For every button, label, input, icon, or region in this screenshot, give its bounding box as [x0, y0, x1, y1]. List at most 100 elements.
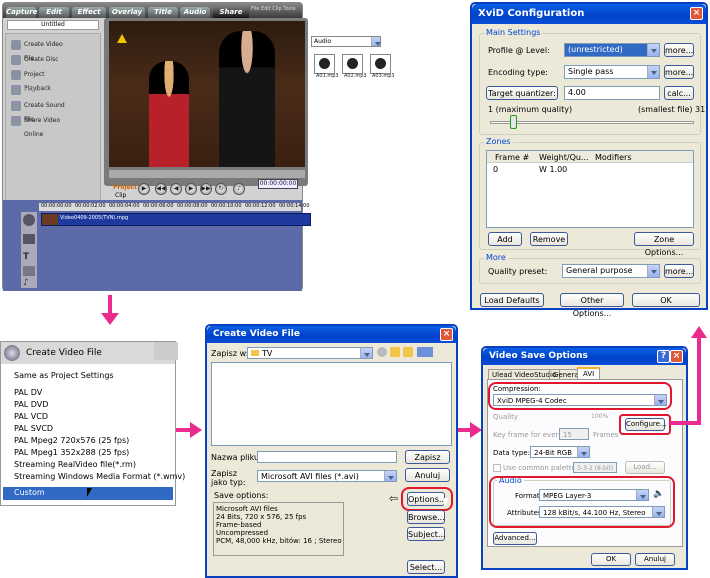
share-video-online-button[interactable]: Share Video Online — [10, 114, 72, 138]
menu-item-pal-dvd[interactable]: PAL DVD — [14, 400, 48, 410]
next-frame-icon[interactable]: ▶ — [185, 183, 197, 195]
calc-button[interactable]: calc... — [664, 86, 694, 100]
tab-effect[interactable]: Effect — [72, 7, 106, 18]
menu-item-same-as-project[interactable]: Same as Project Settings — [14, 371, 114, 381]
xvid-config-dialog: XviD Configuration × Main Settings Profi… — [470, 2, 708, 318]
save-in-select[interactable]: TV — [247, 347, 373, 359]
up-folder-icon[interactable] — [390, 347, 400, 357]
tab-audio[interactable]: Audio — [180, 7, 210, 18]
load-defaults-button[interactable]: Load Defaults — [480, 293, 544, 307]
zones-header-frame[interactable]: Frame # — [495, 153, 529, 163]
menu-bar[interactable]: File Edit Clip Tools — [251, 4, 296, 14]
volume-icon[interactable]: ♪ — [233, 183, 245, 195]
title-track-icon[interactable]: T — [23, 252, 35, 262]
view-menu-icon[interactable] — [417, 347, 433, 357]
back-icon[interactable] — [377, 347, 387, 357]
configure-highlight — [619, 414, 671, 435]
zones-header-modifiers[interactable]: Modifiers — [595, 153, 632, 163]
create-sound-file-button[interactable]: Create Sound File — [10, 99, 72, 123]
zones-header-weight[interactable]: Weight/Qu... — [539, 153, 589, 163]
create-disc-button[interactable]: Create Disc — [10, 53, 72, 67]
datatype-select[interactable]: 24-Bit RGB — [530, 446, 590, 458]
zones-table[interactable]: Frame # Weight/Qu... Modifiers 0 W 1.00 — [486, 150, 694, 228]
subject-button[interactable]: Subject... — [407, 527, 446, 541]
menu-item-pal-vcd[interactable]: PAL VCD — [14, 412, 48, 422]
file-list[interactable] — [211, 362, 452, 446]
profile-more-button[interactable]: more... — [664, 43, 694, 57]
add-button[interactable]: Add — [488, 232, 522, 246]
create-video-file-button[interactable]: Create Video File — [10, 38, 72, 62]
music-track-icon[interactable]: ♪ — [23, 278, 35, 288]
menu-item-streaming-realvideo[interactable]: Streaming RealVideo file(*.rm) — [14, 460, 136, 470]
close-icon[interactable]: × — [440, 328, 453, 341]
chevron-down-icon — [647, 265, 659, 277]
other-options-button[interactable]: Other Options... — [560, 293, 624, 318]
video-clip[interactable]: Video0409-2005(TVN).mpg — [41, 213, 311, 226]
ruler-tick: 00:00:12:00 — [245, 203, 276, 209]
audio-thumb-a02[interactable] — [342, 54, 363, 74]
close-icon[interactable]: ? — [657, 350, 670, 363]
keyframe-value: 15 — [563, 431, 572, 439]
tab-overlay[interactable]: Overlay — [109, 7, 145, 18]
xvid-title-text: XviD Configuration — [478, 8, 585, 19]
menu-item-pal-svcd[interactable]: PAL SVCD — [14, 424, 53, 434]
target-quantizer-button[interactable]: Target quantizer: — [486, 86, 558, 100]
audio-library-select[interactable]: Audio — [311, 36, 381, 47]
close-icon[interactable]: × — [690, 7, 703, 20]
quantizer-input[interactable]: 4.00 — [564, 86, 660, 100]
profile-select[interactable]: (unrestricted) — [564, 43, 660, 57]
project-playback-button[interactable]: Project Playback — [10, 68, 72, 92]
home-icon[interactable]: ◀◀ — [155, 183, 167, 195]
remove-button[interactable]: Remove — [530, 232, 568, 246]
encoding-select[interactable]: Single pass — [564, 65, 660, 79]
menu-item-streaming-wmv[interactable]: Streaming Windows Media Format (*.wmv) — [14, 472, 185, 482]
preset-more-button[interactable]: more... — [664, 264, 694, 278]
end-icon[interactable]: ▶▶ — [200, 183, 212, 195]
palette-checkbox[interactable] — [493, 464, 501, 472]
quality-label: Quality — [493, 413, 519, 421]
save-button[interactable]: Zapisz — [405, 450, 450, 464]
load-button[interactable]: Load... — [625, 461, 665, 474]
palette-select[interactable]: 3-3-2 (8-bit) — [573, 462, 617, 473]
option-line: Frame-based — [216, 521, 262, 529]
select-button[interactable]: Select... — [407, 560, 445, 574]
menu-item-pal-dv[interactable]: PAL DV — [14, 388, 42, 398]
tab-capture[interactable]: Capture — [6, 7, 37, 18]
browse-button[interactable]: Browse... — [407, 510, 445, 524]
video-track-icon[interactable] — [23, 214, 35, 226]
preset-select[interactable]: General purpose — [562, 264, 660, 278]
scrub-bar[interactable] — [109, 170, 305, 178]
close-icon[interactable]: × — [670, 350, 683, 363]
zone-options-button[interactable]: Zone Options... — [634, 232, 694, 257]
play-icon[interactable]: ▶ — [138, 183, 150, 195]
arrow-left-icon: ⇦ — [389, 492, 399, 505]
tab-share[interactable]: Share — [213, 7, 249, 18]
voice-track-icon[interactable] — [23, 266, 35, 276]
cancel-button[interactable]: Anuluj — [635, 553, 675, 566]
overlay-track-icon[interactable] — [23, 234, 35, 244]
menu-item-pal-mpeg2[interactable]: PAL Mpeg2 720x576 (25 fps) — [14, 436, 129, 446]
audio-thumb-a03[interactable] — [370, 54, 391, 74]
ok-button[interactable]: OK — [591, 553, 631, 566]
keyframe-input[interactable]: 15 — [559, 428, 589, 440]
tab-title[interactable]: Title — [148, 7, 178, 18]
tabs-bar: Capture Edit Effect Overlay Title Audio … — [3, 3, 302, 18]
tab-edit[interactable]: Edit — [39, 7, 69, 18]
export-button[interactable]: Export — [10, 83, 72, 97]
advanced-button[interactable]: Advanced... — [493, 532, 537, 545]
option-line: Uncompressed — [216, 529, 269, 537]
ok-button[interactable]: OK — [632, 293, 700, 307]
folder-icon — [251, 350, 259, 356]
filename-input[interactable] — [257, 451, 397, 463]
cancel-button[interactable]: Anuluj — [405, 468, 450, 482]
new-folder-icon[interactable] — [403, 347, 413, 357]
datatype-value: 24-Bit RGB — [534, 449, 572, 457]
filetype-select[interactable]: Microsoft AVI files (*.avi) — [257, 470, 397, 482]
previous-frame-icon[interactable]: ◀ — [170, 183, 182, 195]
audio-thumb-a01[interactable] — [314, 54, 335, 74]
repeat-icon[interactable]: ↻ — [215, 183, 227, 195]
menu-item-pal-mpeg1[interactable]: PAL Mpeg1 352x288 (25 fps) — [14, 448, 129, 458]
quantizer-slider-thumb[interactable] — [510, 115, 517, 129]
timecode-display[interactable]: 00:00:00:00 — [258, 179, 298, 189]
encoding-more-button[interactable]: more... — [664, 65, 694, 79]
